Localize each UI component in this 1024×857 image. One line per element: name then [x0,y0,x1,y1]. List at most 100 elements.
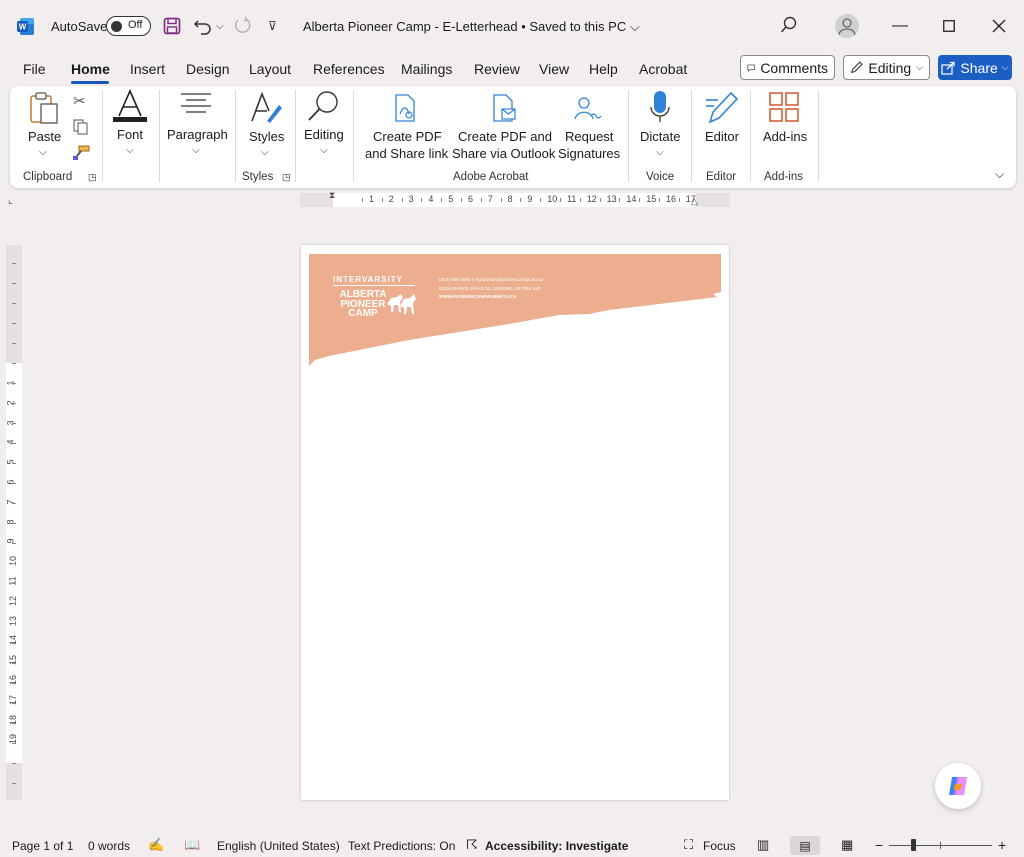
customize-toolbar-icon[interactable]: ⊽ [268,19,277,33]
paragraph-chevron-icon[interactable]: ⌵ [192,145,200,156]
ruler-number: 7 [487,194,493,204]
paragraph-button[interactable] [180,92,212,121]
ribbon-divider [295,90,296,182]
ruler-number: 14 [626,194,637,204]
tab-file[interactable]: File [23,61,46,77]
create-pdf-share-link-icon[interactable] [393,94,417,127]
redo-icon[interactable] [232,16,252,41]
ruler-number: 1 [369,194,375,204]
dictate-label[interactable]: Dictate [640,128,680,145]
ruler-number: 5 [448,194,454,204]
maximize-icon[interactable] [935,12,963,40]
create-pdf-outlook-label-line2[interactable]: Share via Outlook [452,145,555,162]
page-count[interactable]: Page 1 of 1 [12,839,73,853]
ribbon-divider [691,90,692,182]
request-signatures-label-line1[interactable]: Request [565,128,613,145]
editor-label[interactable]: Editor [705,128,739,145]
font-chevron-icon[interactable]: ⌵ [126,145,134,156]
svg-text:W: W [19,23,27,32]
read-mode-icon[interactable]: ▥ [757,837,769,853]
create-pdf-label-line1[interactable]: Create PDF [373,128,442,145]
tab-insert[interactable]: Insert [130,61,165,77]
language-status[interactable]: English (United States) [217,839,340,853]
undo-icon[interactable] [193,16,213,41]
tab-references[interactable]: References [313,61,385,77]
tab-design[interactable]: Design [186,61,230,77]
create-pdf-label-line2[interactable]: and Share link [365,145,448,162]
horizontal-ruler[interactable]: 1 2 3 4 5 6 7 8 9 10 11 12 13 14 15 16 17 ⧗ △ [300,190,730,208]
intervarsity-logo-text: INTERVARSITY [333,275,403,284]
tab-mailings[interactable]: Mailings [401,61,452,77]
styles-button[interactable] [249,91,283,130]
create-pdf-outlook-icon[interactable] [491,94,517,127]
styles-chevron-icon[interactable]: ⌵ [261,147,269,158]
document-title[interactable]: Alberta Pioneer Camp - E-Letterhead • Sa… [303,19,640,35]
comments-button[interactable]: Comments [740,55,835,80]
copy-icon[interactable] [73,119,89,140]
close-icon[interactable] [985,12,1013,40]
ruler-tick [12,423,16,424]
print-layout-icon[interactable]: ▤ [790,836,820,855]
ruler-tick [12,563,16,564]
font-label: Font [117,127,144,142]
dictate-chevron-icon[interactable]: ⌵ [656,147,664,158]
tab-view[interactable]: View [539,61,569,77]
ruler-tick [461,198,462,202]
save-icon[interactable] [163,17,181,40]
proofing-icon[interactable]: ✍ [148,837,164,853]
tab-layout[interactable]: Layout [249,61,291,77]
vertical-ruler[interactable]: 1 2 3 4 5 6 7 8 9 10 11 12 13 14 15 16 17 18 19 [6,245,22,805]
accessibility-status[interactable]: Accessibility: Investigate [485,839,628,853]
undo-dropdown-icon[interactable]: ⌵ [216,21,224,32]
search-icon[interactable] [780,16,798,39]
microphone-icon[interactable] [649,90,671,129]
focus-icon[interactable]: ⛶ [684,837,693,853]
editing-chevron-icon[interactable]: ⌵ [320,145,328,156]
web-layout-icon[interactable]: ▦ [841,837,853,853]
tab-acrobat[interactable]: Acrobat [639,61,687,77]
ribbon-collapse-chevron-icon[interactable]: ⌵ [995,167,1004,182]
pencil-icon [851,61,863,74]
accessibility-icon[interactable]: ☈ [466,837,478,853]
read-aloud-icon[interactable]: 📖 [184,837,200,853]
word-app-icon[interactable]: W [17,18,34,35]
ruler-tick [12,503,16,504]
indent-marker-icon[interactable]: ⧗ [329,190,335,201]
editor-icon[interactable] [704,90,740,129]
avatar[interactable] [835,14,859,38]
editing-button[interactable] [306,89,342,128]
word-count[interactable]: 0 words [88,839,130,853]
editing-label: Editing [304,127,344,142]
clipboard-launcher-icon[interactable]: ◳ [88,172,97,183]
ruler-tick [12,523,16,524]
ruler-tick [12,443,16,444]
create-pdf-outlook-label-line1[interactable]: Create PDF and [458,128,552,145]
tab-help[interactable]: Help [589,61,618,77]
request-signatures-icon[interactable] [574,96,602,125]
zoom-slider-thumb[interactable] [911,839,916,851]
paste-label: Paste [28,129,62,144]
zoom-in-icon[interactable]: + [998,837,1006,853]
editing-mode-button[interactable]: Editing ⌵ [843,55,930,80]
focus-label[interactable]: Focus [703,839,736,853]
tab-home[interactable]: Home [71,61,110,77]
document-page[interactable]: INTERVARSITY ALBERTA PIONEER CAMP (403) … [301,245,729,800]
right-indent-marker-icon[interactable]: △ [691,196,698,207]
zoom-out-icon[interactable]: − [875,837,883,853]
addins-icon[interactable] [769,92,799,127]
minimize-icon[interactable]: — [886,12,914,40]
clipboard-icon [30,92,58,124]
text-predictions-status[interactable]: Text Predictions: On [348,839,455,853]
ruler-number: 8 [507,194,513,204]
tab-selector-icon[interactable]: ⌞ [8,195,13,206]
tab-review[interactable]: Review [474,61,520,77]
autosave-toggle[interactable]: Off [106,16,151,36]
paste-chevron-icon[interactable]: ⌵ [39,147,47,158]
cut-icon[interactable]: ✂ [73,92,86,110]
styles-launcher-icon[interactable]: ◳ [282,172,291,183]
addins-label[interactable]: Add-ins [763,128,807,145]
format-painter-icon[interactable] [72,145,90,166]
share-button[interactable]: Share ⌵ [938,55,1012,80]
copilot-button[interactable] [935,763,981,809]
request-signatures-label-line2[interactable]: Signatures [558,145,620,162]
